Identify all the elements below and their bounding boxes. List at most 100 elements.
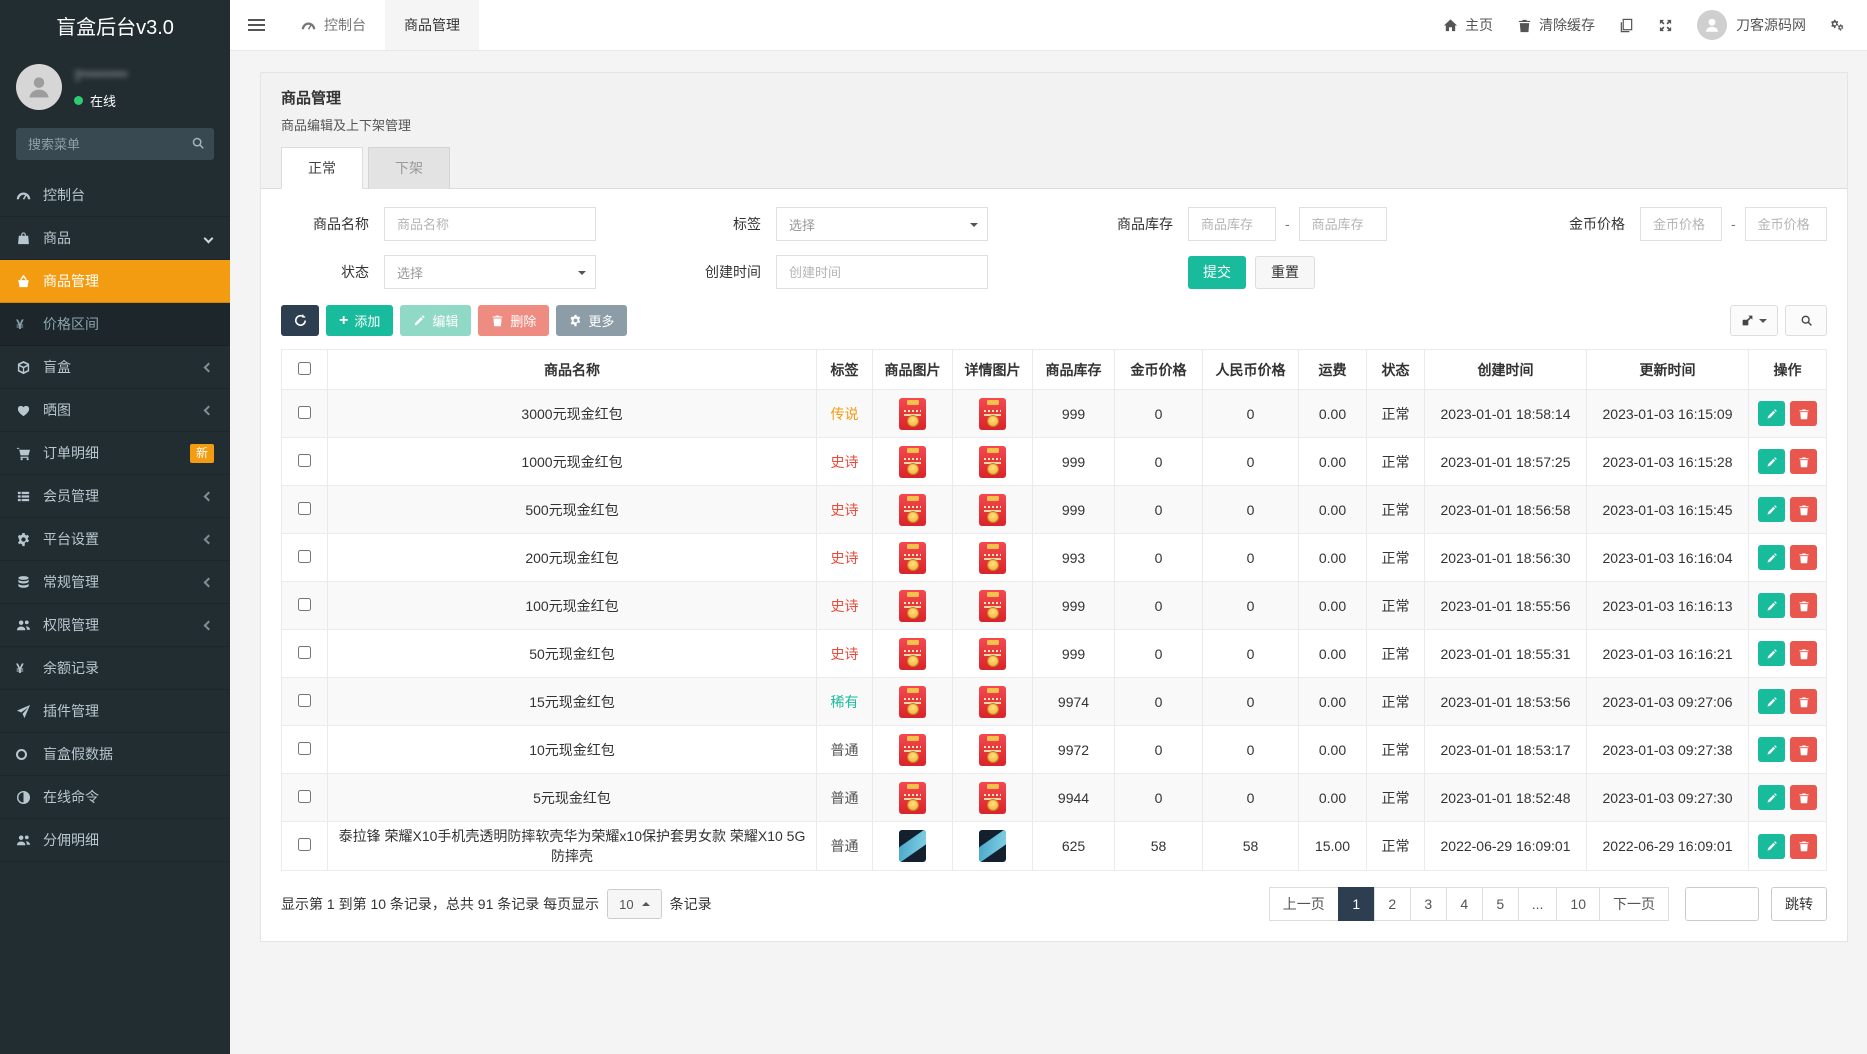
product-image[interactable] <box>899 590 926 622</box>
row-edit-button[interactable] <box>1758 834 1785 859</box>
stock-max-input[interactable] <box>1299 207 1387 241</box>
page-button[interactable]: 3 <box>1410 887 1447 921</box>
row-edit-button[interactable] <box>1758 401 1785 426</box>
search-toggle-button[interactable] <box>1785 305 1827 336</box>
row-edit-button[interactable] <box>1758 689 1785 714</box>
sidebar-item-order-detail[interactable]: 订单明细新 <box>0 432 230 475</box>
submit-button[interactable]: 提交 <box>1188 256 1246 289</box>
home-link[interactable]: 主页 <box>1443 15 1493 35</box>
sidebar-item-balance-records[interactable]: ¥余额记录 <box>0 647 230 690</box>
row-edit-button[interactable] <box>1758 641 1785 666</box>
sidebar-item-goods-manage[interactable]: 商品管理 <box>0 260 230 303</box>
status-filter-select[interactable]: 选择 <box>384 255 596 289</box>
page-button[interactable]: 1 <box>1338 887 1375 921</box>
tab-normal[interactable]: 正常 <box>281 147 363 189</box>
row-delete-button[interactable] <box>1790 834 1817 859</box>
row-checkbox[interactable] <box>298 550 311 563</box>
export-button[interactable] <box>1730 305 1778 336</box>
detail-image[interactable] <box>979 686 1006 718</box>
sidebar-item-permissions[interactable]: 权限管理 <box>0 604 230 647</box>
stock-min-input[interactable] <box>1188 207 1276 241</box>
row-delete-button[interactable] <box>1790 689 1817 714</box>
sidebar-item-members[interactable]: 会员管理 <box>0 475 230 518</box>
sidebar-item-blindbox[interactable]: 盲盒 <box>0 346 230 389</box>
gold-min-input[interactable] <box>1640 207 1722 241</box>
gold-max-input[interactable] <box>1745 207 1827 241</box>
edit-button[interactable]: 编辑 <box>400 305 471 336</box>
product-image[interactable] <box>899 542 926 574</box>
product-image[interactable] <box>899 686 926 718</box>
page-ellipsis[interactable]: ... <box>1518 887 1558 921</box>
sidebar-item-price-range[interactable]: ¥价格区间 <box>0 303 230 346</box>
product-image[interactable] <box>899 446 926 478</box>
page-button[interactable]: 4 <box>1446 887 1483 921</box>
row-delete-button[interactable] <box>1790 449 1817 474</box>
fullscreen-button[interactable] <box>1658 18 1673 33</box>
row-edit-button[interactable] <box>1758 545 1785 570</box>
row-delete-button[interactable] <box>1790 545 1817 570</box>
product-image[interactable] <box>899 782 926 814</box>
row-edit-button[interactable] <box>1758 449 1785 474</box>
more-button[interactable]: 更多 <box>556 305 627 336</box>
row-delete-button[interactable] <box>1790 497 1817 522</box>
product-image[interactable] <box>899 494 926 526</box>
product-image[interactable] <box>899 638 926 670</box>
menu-toggle-button[interactable] <box>230 0 282 50</box>
sidebar-item-commission-detail[interactable]: 分佣明细 <box>0 819 230 862</box>
file-button[interactable] <box>1619 18 1634 33</box>
created-filter-input[interactable] <box>776 255 988 289</box>
menu-search-input[interactable] <box>16 128 214 160</box>
delete-button[interactable]: 删除 <box>478 305 549 336</box>
jump-button[interactable]: 跳转 <box>1771 887 1827 921</box>
product-image[interactable] <box>899 734 926 766</box>
navbar-tab-console[interactable]: 控制台 <box>282 0 385 50</box>
row-checkbox[interactable] <box>298 406 311 419</box>
navbar-user[interactable]: 刀客源码网 <box>1697 10 1806 40</box>
page-button[interactable]: 5 <box>1482 887 1519 921</box>
jump-page-input[interactable] <box>1685 887 1759 921</box>
sidebar-item-general-manage[interactable]: 常规管理 <box>0 561 230 604</box>
row-delete-button[interactable] <box>1790 785 1817 810</box>
detail-image[interactable] <box>979 638 1006 670</box>
detail-image[interactable] <box>979 494 1006 526</box>
product-image[interactable] <box>899 830 926 862</box>
row-checkbox[interactable] <box>298 790 311 803</box>
row-checkbox[interactable] <box>298 742 311 755</box>
page-button[interactable]: 10 <box>1556 887 1600 921</box>
row-delete-button[interactable] <box>1790 641 1817 666</box>
detail-image[interactable] <box>979 734 1006 766</box>
row-checkbox[interactable] <box>298 646 311 659</box>
navbar-tab-goods-manage[interactable]: 商品管理 <box>385 0 479 50</box>
row-checkbox[interactable] <box>298 454 311 467</box>
detail-image[interactable] <box>979 590 1006 622</box>
page-size-select[interactable]: 10 <box>607 889 661 919</box>
search-icon[interactable] <box>191 136 205 150</box>
sidebar-item-platform-settings[interactable]: 平台设置 <box>0 518 230 561</box>
sidebar-item-plugins[interactable]: 插件管理 <box>0 690 230 733</box>
detail-image[interactable] <box>979 542 1006 574</box>
sidebar-item-photos[interactable]: 晒图 <box>0 389 230 432</box>
row-checkbox[interactable] <box>298 598 311 611</box>
detail-image[interactable] <box>979 782 1006 814</box>
row-checkbox[interactable] <box>298 502 311 515</box>
tab-off-shelf[interactable]: 下架 <box>368 147 450 189</box>
refresh-button[interactable] <box>281 305 319 336</box>
row-edit-button[interactable] <box>1758 497 1785 522</box>
detail-image[interactable] <box>979 446 1006 478</box>
detail-image[interactable] <box>979 398 1006 430</box>
sidebar-item-online-command[interactable]: 在线命令 <box>0 776 230 819</box>
select-all-checkbox[interactable] <box>298 362 311 375</box>
row-checkbox[interactable] <box>298 838 311 851</box>
row-delete-button[interactable] <box>1790 593 1817 618</box>
row-edit-button[interactable] <box>1758 737 1785 762</box>
row-delete-button[interactable] <box>1790 737 1817 762</box>
add-button[interactable]: +添加 <box>326 305 393 336</box>
tag-filter-select[interactable]: 选择 <box>776 207 988 241</box>
sidebar-item-goods[interactable]: 商品 <box>0 217 230 260</box>
settings-button[interactable] <box>1830 18 1845 33</box>
row-delete-button[interactable] <box>1790 401 1817 426</box>
name-filter-input[interactable] <box>384 207 596 241</box>
next-page-button[interactable]: 下一页 <box>1599 887 1669 921</box>
prev-page-button[interactable]: 上一页 <box>1269 887 1339 921</box>
sidebar-item-fake-data[interactable]: 盲盒假数据 <box>0 733 230 776</box>
